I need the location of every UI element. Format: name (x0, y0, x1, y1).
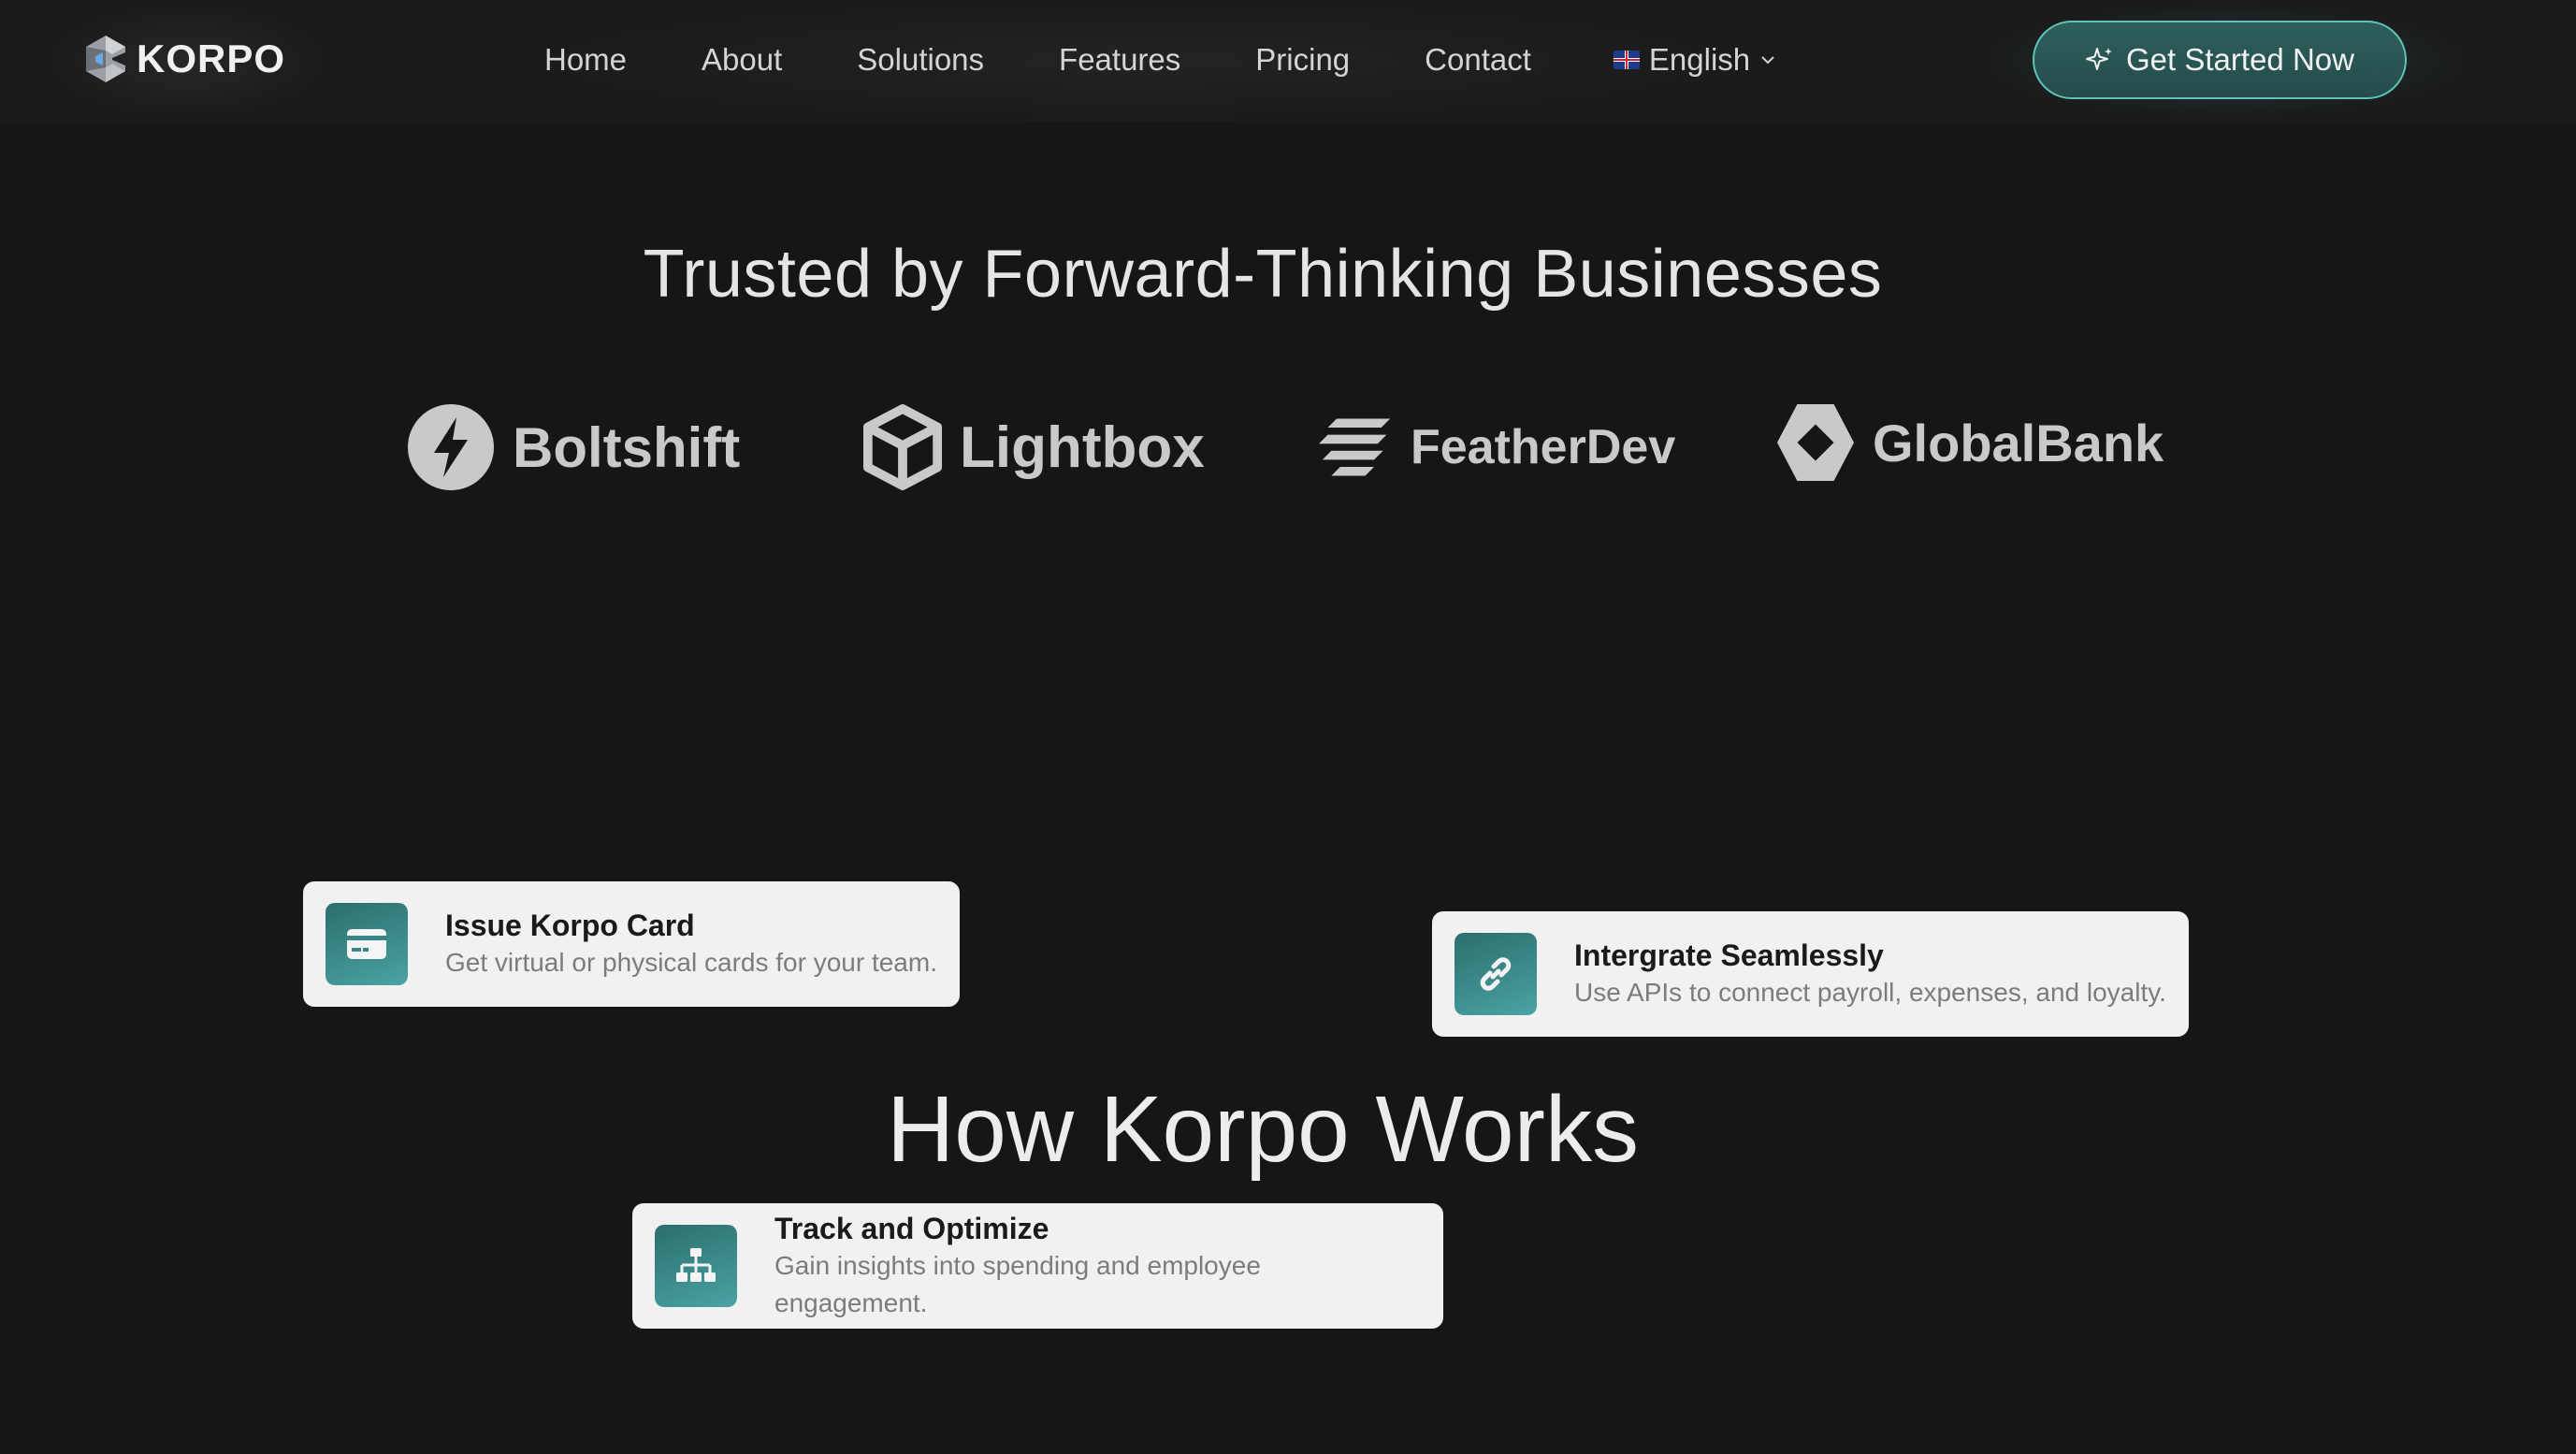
nav-link-contact[interactable]: Contact (1425, 41, 1531, 79)
logo-boltshift-text: Boltshift (513, 415, 741, 479)
nav-link-features[interactable]: Features (1059, 41, 1180, 79)
partner-logos: Boltshift Lightbox FeatherDev GlobalBank (0, 402, 2576, 496)
chevron-down-icon (1761, 56, 1774, 65)
main-menu: Home About Solutions Features Pricing Co… (544, 41, 1776, 79)
logo-globalbank-text: GlobalBank (1873, 413, 2164, 473)
step-card-description: Use APIs to connect payroll, expenses, a… (1574, 978, 2166, 1007)
top-navigation: KORPO Home About Solutions Features Pric… (0, 0, 2576, 122)
brand-logo[interactable]: KORPO (84, 34, 285, 84)
korpo-logo-icon (86, 36, 125, 82)
nav-link-pricing[interactable]: Pricing (1255, 41, 1350, 79)
step-card-integrate: Intergrate Seamlessly Use APIs to connec… (1432, 911, 2189, 1037)
step-card-title: Issue Korpo Card (445, 909, 695, 942)
nav-link-about[interactable]: About (702, 41, 782, 79)
globalbank-icon (1776, 403, 1855, 482)
cube-icon (862, 404, 943, 490)
page: KORPO Home About Solutions Features Pric… (0, 0, 2576, 1454)
cta-label: Get Started Now (2126, 42, 2354, 77)
get-started-button[interactable]: Get Started Now (2033, 21, 2407, 99)
step-card-text: Track and Optimize Gain insights into sp… (774, 1210, 1421, 1322)
bolt-icon (408, 404, 494, 490)
logo-lightbox-text: Lightbox (960, 414, 1205, 480)
trusted-heading: Trusted by Forward-Thinking Businesses (643, 237, 1883, 312)
logo-globalbank: GlobalBank (1775, 402, 2164, 483)
step-card-title: Track and Optimize (774, 1212, 1049, 1245)
step-card-description: Gain insights into spending and employee… (774, 1251, 1261, 1317)
language-selector[interactable]: English (1613, 42, 1776, 78)
nav-link-solutions[interactable]: Solutions (857, 41, 984, 79)
step-card-title: Intergrate Seamlessly (1574, 938, 1884, 972)
logo-featherdev: FeatherDev (1319, 402, 1675, 492)
language-label: English (1648, 42, 1751, 77)
nav-link-home[interactable]: Home (544, 41, 627, 79)
link-icon (1454, 933, 1537, 1015)
step-card-text: Issue Korpo Card Get virtual or physical… (445, 907, 937, 981)
logo-lightbox: Lightbox (862, 402, 1205, 492)
step-card-track: Track and Optimize Gain insights into sp… (632, 1203, 1443, 1329)
logo-featherdev-text: FeatherDev (1411, 420, 1676, 474)
step-card-issue: Issue Korpo Card Get virtual or physical… (303, 881, 960, 1007)
how-it-works-heading: How Korpo Works (887, 1077, 1639, 1182)
uk-flag-icon (1613, 51, 1640, 69)
brand-name: KORPO (137, 36, 286, 80)
sparkle-icon (2086, 48, 2113, 70)
credit-card-icon (326, 903, 408, 985)
org-chart-icon (655, 1225, 737, 1307)
step-card-text: Intergrate Seamlessly Use APIs to connec… (1574, 937, 2166, 1011)
feather-icon (1319, 418, 1391, 476)
step-card-description: Get virtual or physical cards for your t… (445, 948, 937, 977)
logo-boltshift: Boltshift (406, 402, 740, 492)
